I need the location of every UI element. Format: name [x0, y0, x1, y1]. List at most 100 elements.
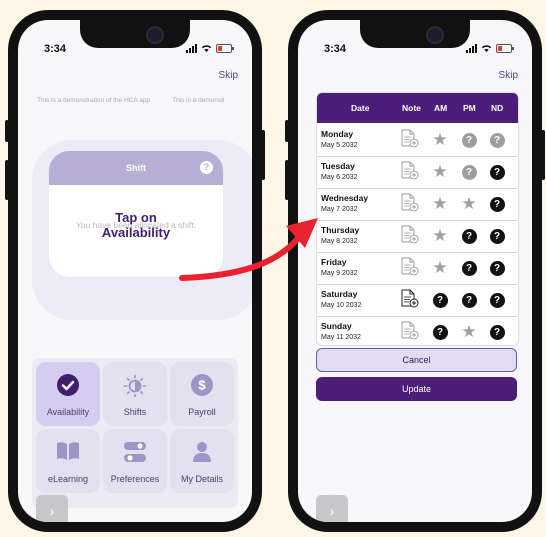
- row-date: May 8 2032: [321, 238, 358, 245]
- star-icon[interactable]: ★: [461, 323, 476, 341]
- sun-moon-icon: [123, 374, 147, 398]
- question-icon[interactable]: ?: [461, 260, 477, 276]
- am-cell[interactable]: ★: [431, 259, 449, 277]
- menu-tile-preferences[interactable]: Preferences: [103, 429, 167, 493]
- menu-tile-my-details[interactable]: My Details: [170, 429, 234, 493]
- am-cell[interactable]: ★: [431, 131, 449, 149]
- menu-tile-label: My Details: [180, 474, 223, 484]
- pm-cell[interactable]: ?: [460, 131, 478, 149]
- skip-link[interactable]: Skip: [219, 70, 238, 81]
- add-note-icon[interactable]: [401, 257, 419, 281]
- question-icon[interactable]: ?: [432, 292, 448, 308]
- add-note-icon[interactable]: [401, 193, 419, 217]
- am-cell[interactable]: ?: [431, 323, 449, 341]
- wifi-icon: [201, 45, 212, 53]
- demo-banner-text: This is a demonstration of the HCA app: [37, 97, 151, 104]
- question-icon[interactable]: ?: [461, 132, 477, 148]
- question-icon[interactable]: ?: [461, 164, 477, 180]
- row-day: Sunday: [321, 321, 352, 331]
- next-button[interactable]: ›: [316, 495, 348, 522]
- nd-cell[interactable]: ?: [488, 291, 506, 309]
- demo-banner-text: This is a demonsti: [172, 97, 225, 104]
- dollar-icon: $: [191, 374, 213, 396]
- cancel-button[interactable]: Cancel: [316, 348, 517, 372]
- menu-tile-label: Preferences: [110, 474, 160, 484]
- pm-cell[interactable]: ?: [460, 291, 478, 309]
- row-date: May 5 2032: [321, 142, 358, 149]
- question-icon[interactable]: ?: [489, 292, 505, 308]
- column-header-pm: PM: [463, 103, 476, 113]
- row-day: Monday: [321, 129, 354, 139]
- pm-cell[interactable]: ?: [460, 259, 478, 277]
- svg-text:$: $: [198, 378, 206, 393]
- toggles-icon: [124, 442, 146, 462]
- nd-cell[interactable]: ?: [488, 323, 506, 341]
- shift-card-title: Shift: [126, 163, 146, 173]
- question-icon[interactable]: ?: [461, 228, 477, 244]
- battery-icon: [496, 44, 514, 53]
- row-day: Thursday: [321, 225, 360, 235]
- pm-cell[interactable]: ?: [460, 163, 478, 181]
- question-icon[interactable]: ?: [461, 292, 477, 308]
- question-icon[interactable]: ?: [489, 228, 505, 244]
- tutorial-line: Availability: [101, 225, 171, 240]
- question-icon[interactable]: ?: [432, 324, 448, 340]
- add-note-icon[interactable]: [401, 129, 419, 153]
- question-icon[interactable]: ?: [489, 324, 505, 340]
- menu-tile-elearning[interactable]: eLearning: [36, 429, 100, 493]
- add-note-icon[interactable]: [401, 289, 419, 313]
- next-button[interactable]: ›: [36, 495, 68, 522]
- star-icon[interactable]: ★: [461, 195, 476, 213]
- side-button: [285, 160, 289, 200]
- book-icon: [57, 442, 79, 460]
- update-button[interactable]: Update: [316, 377, 517, 401]
- question-icon[interactable]: ?: [489, 164, 505, 180]
- add-note-icon[interactable]: [401, 161, 419, 185]
- nd-cell[interactable]: ?: [488, 163, 506, 181]
- nd-cell[interactable]: ?: [488, 227, 506, 245]
- row-day: Friday: [321, 257, 347, 267]
- pm-cell[interactable]: ★: [460, 323, 478, 341]
- am-cell[interactable]: ★: [431, 163, 449, 181]
- skip-link[interactable]: Skip: [499, 70, 518, 81]
- app-screen-home: 3:34 Skip This is a demonstration of the…: [18, 20, 252, 522]
- pm-cell[interactable]: ★: [460, 195, 478, 213]
- side-button: [285, 120, 289, 142]
- am-cell[interactable]: ?: [431, 291, 449, 309]
- question-icon[interactable]: ?: [489, 132, 505, 148]
- question-icon[interactable]: ?: [489, 260, 505, 276]
- add-note-icon[interactable]: [401, 225, 419, 249]
- star-icon[interactable]: ★: [432, 259, 447, 277]
- signal-icon: [466, 44, 477, 53]
- side-button: [261, 130, 265, 180]
- table-row: Saturday May 10 2032???: [317, 283, 518, 317]
- star-icon[interactable]: ★: [432, 163, 447, 181]
- star-icon[interactable]: ★: [432, 195, 447, 213]
- menu-tile-availability[interactable]: Availability: [36, 362, 100, 426]
- menu-tile-shifts[interactable]: Shifts: [103, 362, 167, 426]
- star-icon[interactable]: ★: [432, 227, 447, 245]
- am-cell[interactable]: ★: [431, 195, 449, 213]
- status-icons: [466, 44, 514, 53]
- tutorial-line: Tap on: [115, 210, 157, 225]
- menu-tile-label: Availability: [46, 407, 90, 417]
- pm-cell[interactable]: ?: [460, 227, 478, 245]
- notch: [80, 20, 190, 48]
- star-icon[interactable]: ★: [432, 131, 447, 149]
- question-icon[interactable]: ?: [489, 196, 505, 212]
- am-cell[interactable]: ★: [431, 227, 449, 245]
- menu-tile-label: eLearning: [47, 474, 89, 484]
- row-date: May 9 2032: [321, 270, 358, 277]
- column-header-am: AM: [434, 103, 448, 113]
- add-note-icon[interactable]: [401, 321, 419, 345]
- table-row: Wednesday May 7 2032 ★ ★?: [317, 187, 518, 221]
- status-time: 3:34: [324, 43, 347, 55]
- wifi-icon: [481, 45, 492, 53]
- nd-cell[interactable]: ?: [488, 195, 506, 213]
- menu-tile-label: Shifts: [123, 407, 147, 417]
- nd-cell[interactable]: ?: [488, 259, 506, 277]
- help-icon[interactable]: ?: [200, 161, 213, 174]
- demo-banner: This is a demonstration of the HCA app Th…: [18, 97, 252, 104]
- nd-cell[interactable]: ?: [488, 131, 506, 149]
- menu-tile-payroll[interactable]: $ Payroll: [170, 362, 234, 426]
